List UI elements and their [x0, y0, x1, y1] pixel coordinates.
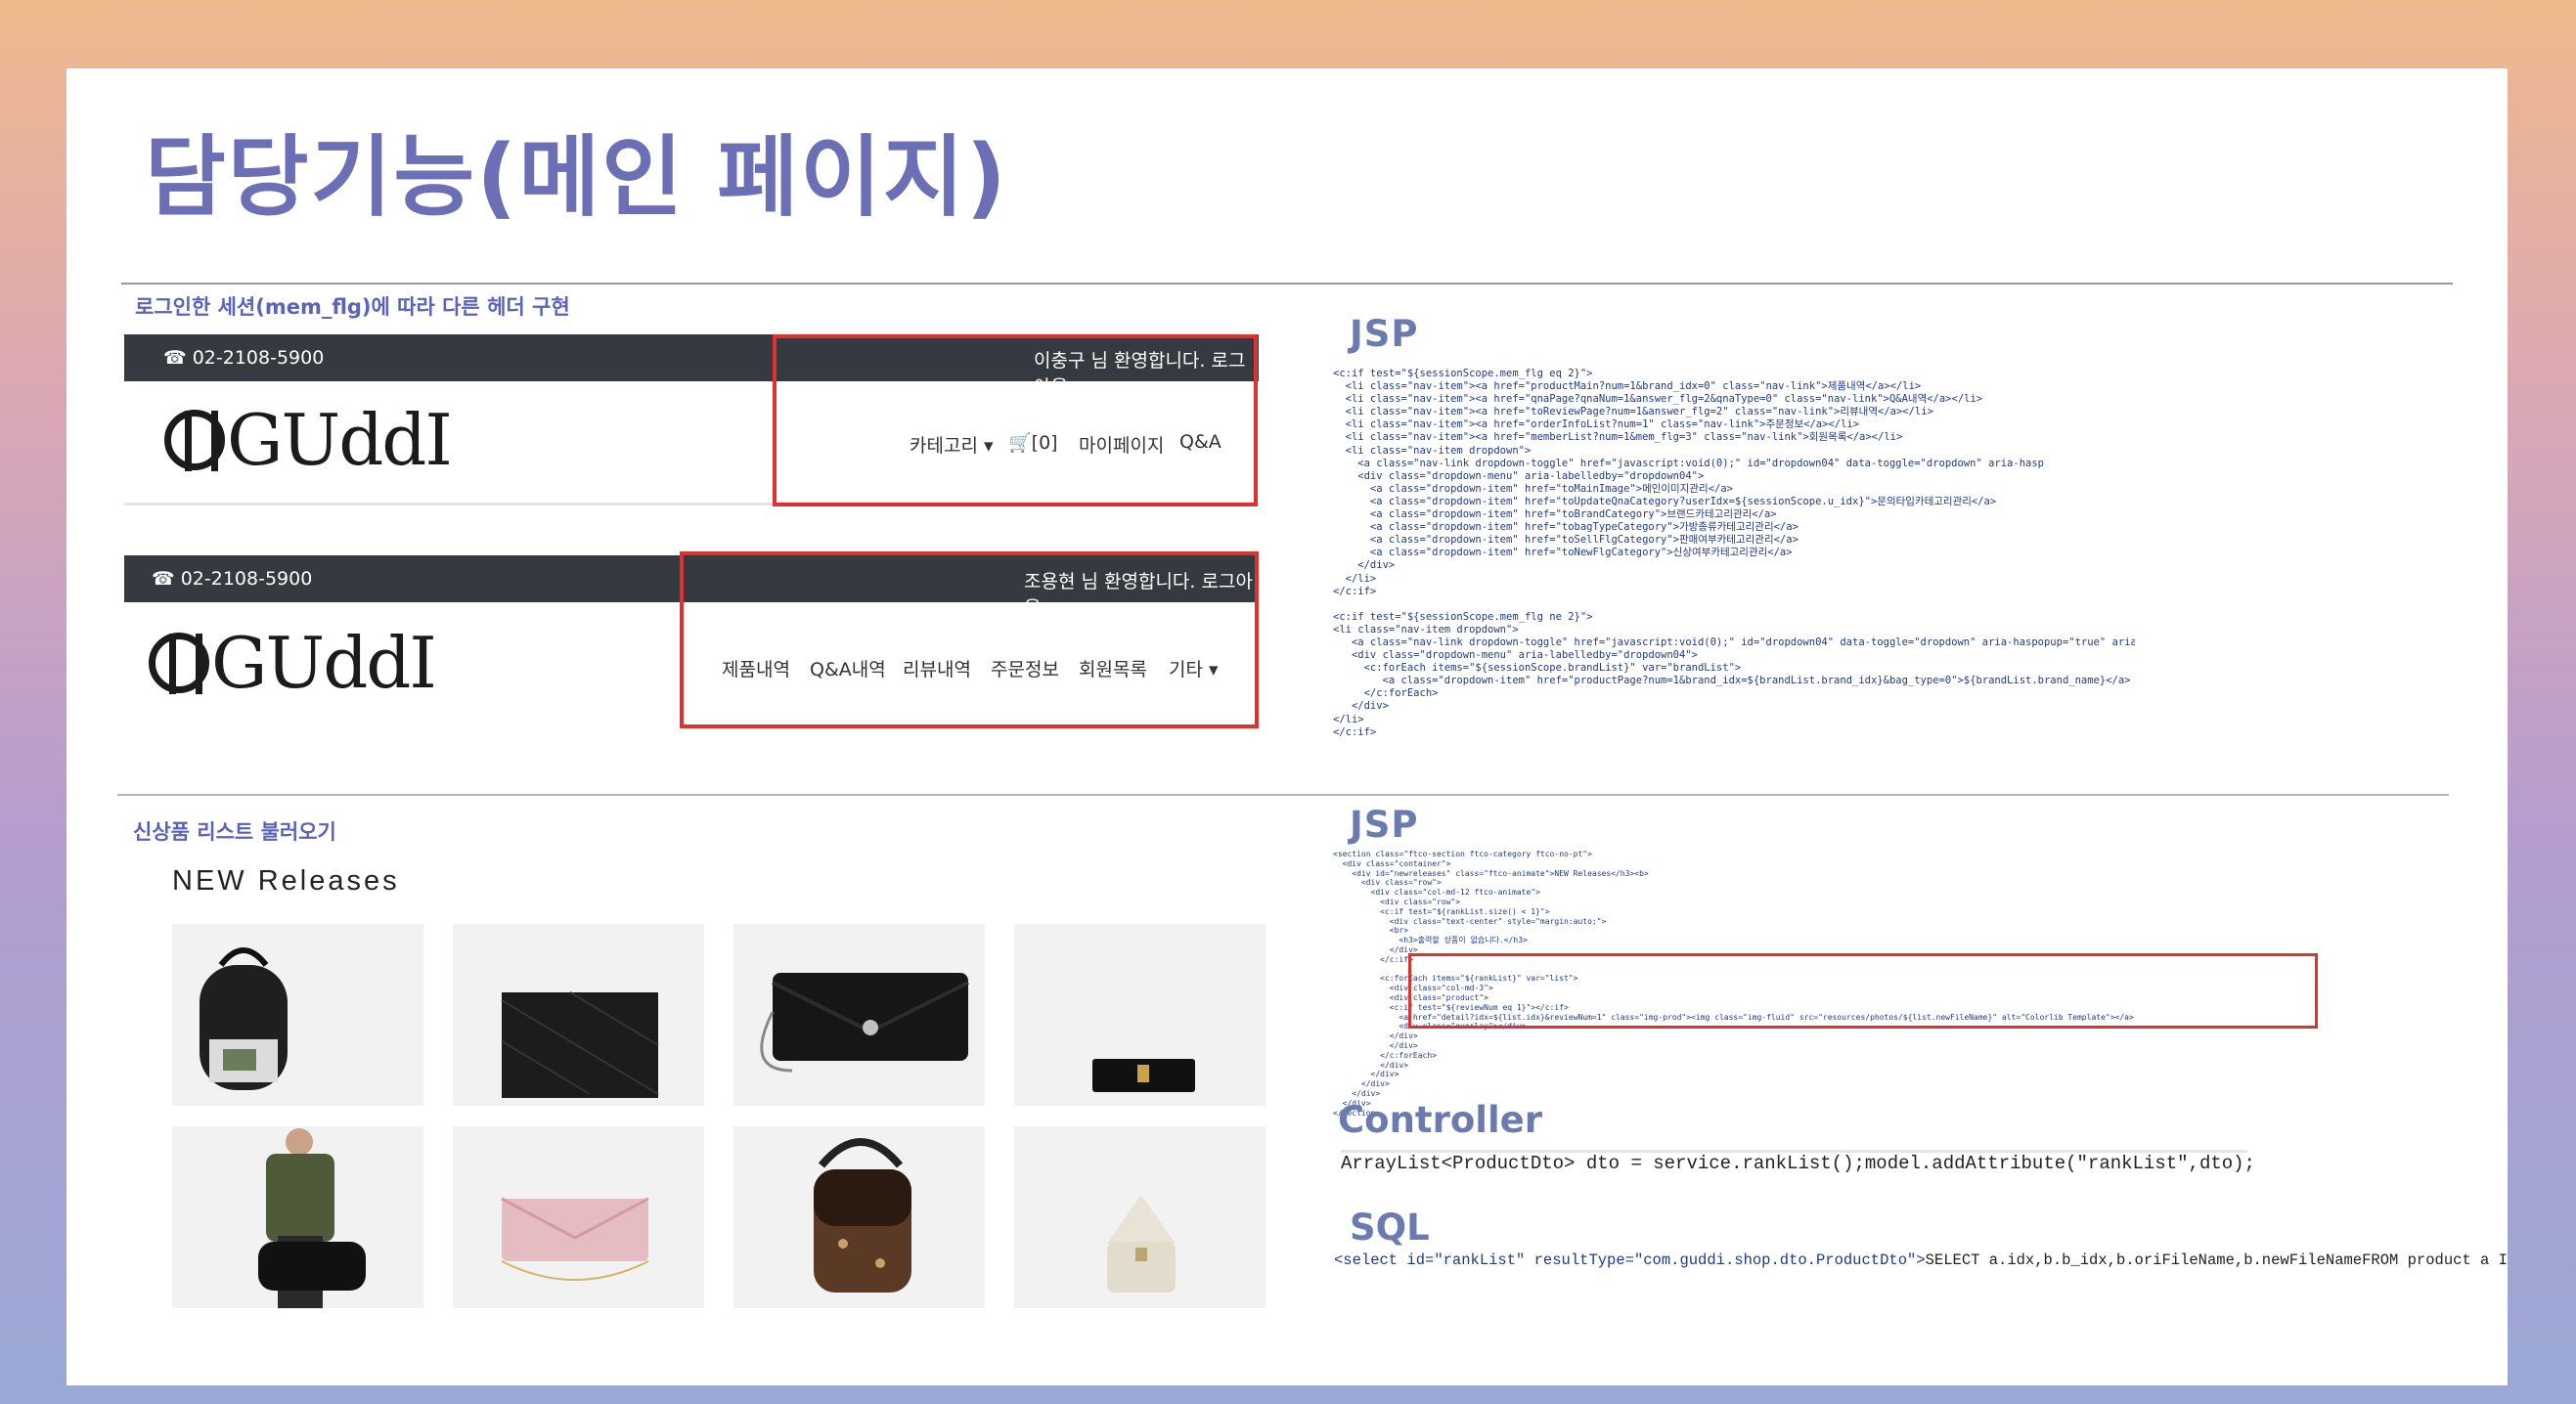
code-line: </c:forEach> [1333, 1050, 1437, 1060]
code-line: </c:forEach> [1333, 687, 1439, 700]
code-line: <a class="dropdown-item" href="toNewFlgC… [1333, 547, 1793, 559]
guddi-logo[interactable]: GUddI [164, 399, 453, 481]
code-line: <select id="rankList" resultType="com.gu… [1334, 1251, 1926, 1269]
code-line: <div class="col-md-12 ftco-animate"> [1333, 888, 1540, 898]
product-thumb[interactable] [1014, 924, 1266, 1106]
code-line: <section class="ftco-section ftco-catego… [1333, 851, 1592, 858]
section2-caption: 신상품 리스트 불러오기 [133, 820, 336, 844]
controller-label: Controller [1338, 1099, 1542, 1141]
jsp-code-header: <c:if test="${sessionScope.mem_flg eq 2}… [1333, 369, 2135, 740]
product-thumb[interactable] [733, 924, 985, 1106]
code-line: ArrayList<ProductDto> dto = service.rank… [1341, 1153, 1865, 1174]
code-line: <h3>출력할 상품이 없습니다.</h3> [1333, 936, 1528, 945]
code-line: </li> [1333, 572, 1377, 585]
controller-code: ArrayList<ProductDto> dto = service.rank… [1341, 1154, 2255, 1173]
guddi-logo[interactable]: GUddI [149, 622, 437, 704]
code-line: <li class="nav-item"><a href="memberList… [1333, 431, 1903, 444]
product-thumb[interactable] [453, 1126, 704, 1308]
code-line: ,b.oriFileName [2107, 1251, 2235, 1269]
code-line: </div> [1333, 1070, 1399, 1079]
sql-code: <select id="rankList" resultType="com.gu… [1334, 1251, 2508, 1269]
code-line: <div class="dropdown-menu" aria-labelled… [1333, 469, 1705, 482]
code-line: <div class="text-center" style="margin:a… [1333, 916, 1607, 926]
code-line: <c:if test="${sessionScope.mem_flg ne 2}… [1333, 610, 1593, 623]
code-line: ,b.newFileName [2234, 1251, 2363, 1269]
code-line: </div> [1333, 700, 1389, 713]
sql-label: SQL [1350, 1207, 1430, 1249]
code-border [1341, 1150, 2247, 1153]
phone-number: ☎ 02-2108-5900 [152, 568, 313, 590]
code-line: </div> [1333, 1079, 1390, 1089]
code-line: </div> [1333, 1031, 1418, 1041]
jsp-label: JSP [1350, 804, 1419, 846]
code-line: <a class="nav-link dropdown-toggle" href… [1333, 457, 2044, 469]
product-thumb[interactable] [453, 924, 704, 1106]
product-thumb[interactable] [733, 1126, 985, 1308]
page-title: 담당기능(메인 페이지) [145, 126, 1008, 229]
divider [121, 283, 2453, 285]
slide: 담당기능(메인 페이지) 로그인한 세션(mem_flg)에 따라 다른 헤더 … [67, 68, 2508, 1385]
highlight-box [773, 334, 1258, 506]
product-thumb[interactable] [1014, 1126, 1266, 1308]
code-line: </c:if> [1333, 725, 1377, 738]
code-line: <li class="nav-item dropdown"> [1333, 444, 1532, 457]
code-line: <div id="newreleases" class="ftco-animat… [1333, 868, 1649, 878]
code-line: </div> [1333, 559, 1396, 572]
jsp-label: JSP [1350, 313, 1419, 355]
code-line: </div> [1333, 1040, 1418, 1050]
code-line: <a class="dropdown-item" href="productPa… [1333, 675, 2131, 687]
highlight-box [680, 551, 1259, 728]
code-line: SELECT a.idx [1925, 1251, 2035, 1269]
code-line: </div> [1333, 1060, 1409, 1070]
code-line: FROM product a INNER JOIN product_photo … [2362, 1251, 2508, 1269]
section1-caption: 로그인한 세션(mem_flg)에 따라 다른 헤더 구현 [135, 295, 570, 319]
phone-number: ☎ 02-2108-5900 [163, 347, 325, 369]
highlight-box [1408, 953, 2318, 1029]
code-line: <li class="nav-item dropdown"> [1333, 623, 1519, 636]
logo-mark-icon [164, 410, 225, 471]
code-line: </c:if> [1333, 585, 1377, 597]
code-line: model.addAttribute("rankList",dto); [1864, 1153, 2255, 1174]
product-thumb[interactable] [172, 924, 423, 1106]
new-releases-heading: NEW Releases [172, 865, 400, 897]
code-line: </li> [1333, 713, 1364, 725]
divider [117, 794, 2449, 796]
product-thumb[interactable] [172, 1126, 423, 1308]
logo-mark-icon [149, 633, 209, 694]
code-line: <a class="dropdown-item" href="toMainIma… [1333, 482, 1733, 495]
code-line: ,b.b_idx [2034, 1251, 2108, 1269]
